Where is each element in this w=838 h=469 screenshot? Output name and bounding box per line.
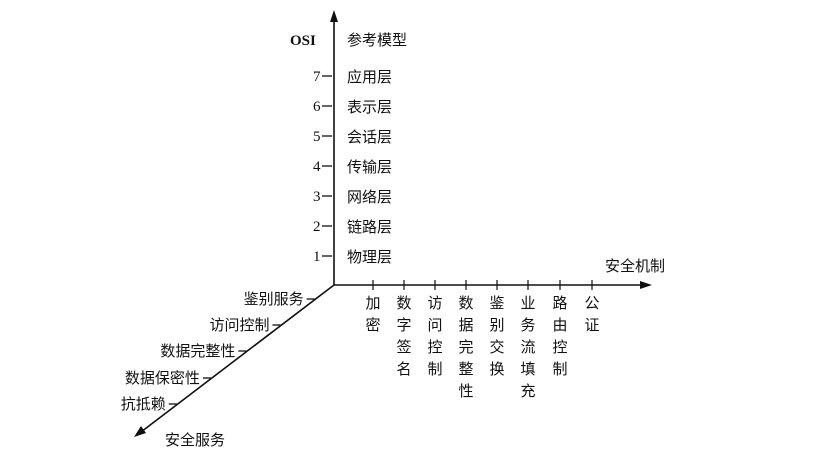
service-item: 鉴别服务	[244, 290, 315, 308]
mechanism-axis-title: 安全机制	[605, 257, 665, 275]
osi-layer-label: 物理层	[347, 248, 392, 266]
osi-layer: 1 物理层	[313, 248, 392, 266]
osi-layer-number: 7	[313, 69, 321, 85]
osi-layer-number: 4	[313, 159, 321, 175]
osi-axis-name: OSI	[290, 33, 316, 49]
mechanism-item: 访问控制	[427, 280, 443, 378]
mechanism-item: 公证	[584, 280, 600, 334]
mechanism-item-label: 加密	[365, 294, 380, 334]
mechanism-item-label: 数据完整性	[458, 294, 473, 400]
service-item-list: 鉴别服务访问控制数据完整性数据保密性抗抵赖	[121, 290, 315, 413]
service-item-label: 数据保密性	[125, 369, 200, 387]
osi-layer: 3 网络层	[313, 188, 392, 206]
osi-layer-number: 1	[313, 249, 321, 265]
mechanism-item-label: 公证	[584, 294, 599, 334]
osi-layer-number: 3	[313, 189, 321, 205]
osi-layer-label: 网络层	[347, 188, 392, 206]
mechanism-axis: 安全机制 加密 数字签名 访问控制 数据完整性 鉴别交换 业务流填充 路由控制 公证	[334, 257, 665, 400]
osi-layer-label: 会话层	[347, 128, 392, 146]
mechanism-item-label: 路由控制	[552, 294, 567, 378]
osi-layer-label: 传输层	[347, 158, 392, 176]
osi-layer: 2 链路层	[313, 218, 392, 236]
mechanism-item: 路由控制	[552, 280, 568, 378]
service-item: 访问控制	[209, 316, 281, 334]
osi-layer: 6 表示层	[313, 98, 392, 116]
mechanism-item: 鉴别交换	[489, 280, 505, 378]
service-item-label: 鉴别服务	[244, 290, 304, 308]
mechanism-item-label: 鉴别交换	[489, 294, 504, 378]
osi-layer-label: 链路层	[347, 218, 392, 236]
mechanism-item: 业务流填充	[520, 280, 536, 400]
osi-axis: OSI 参考模型 7 应用层 6 表示层 5 会话层 4 传输层 3 网络层 2 链路层 1 物理层	[290, 10, 407, 285]
osi-layer-number: 2	[313, 219, 321, 235]
service-item-label: 访问控制	[209, 316, 269, 334]
osi-layer-label: 表示层	[347, 98, 392, 116]
service-axis-title: 安全服务	[165, 431, 225, 449]
mechanism-item: 数字签名	[396, 280, 412, 378]
service-item: 数据保密性	[125, 369, 211, 387]
osi-layer: 4 传输层	[313, 158, 392, 176]
mechanism-item-list: 加密 数字签名 访问控制 数据完整性 鉴别交换 业务流填充 路由控制 公证	[365, 280, 600, 400]
service-axis: 安全服务 鉴别服务访问控制数据完整性数据保密性抗抵赖	[121, 284, 335, 449]
mechanism-item-label: 数字签名	[396, 294, 411, 378]
mechanism-item: 加密	[365, 280, 381, 334]
osi-layer-label: 应用层	[347, 68, 392, 86]
mechanism-item-label: 访问控制	[427, 294, 442, 378]
osi-layer-list: 7 应用层 6 表示层 5 会话层 4 传输层 3 网络层 2 链路层 1 物理层	[313, 68, 392, 266]
osi-layer-number: 5	[313, 129, 321, 145]
osi-layer: 7 应用层	[313, 68, 392, 86]
service-item: 数据完整性	[160, 342, 247, 360]
mechanism-axis-arrow-icon	[640, 281, 652, 289]
osi-axis-title: 参考模型	[347, 31, 407, 49]
service-item-label: 抗抵赖	[121, 395, 166, 413]
mechanism-item-label: 业务流填充	[520, 294, 535, 400]
osi-axis-arrow-icon	[330, 10, 338, 22]
osi-security-architecture-diagram: OSI 参考模型 7 应用层 6 表示层 5 会话层 4 传输层 3 网络层 2 链路层 1 物理层 安全…	[121, 10, 665, 449]
osi-layer-number: 6	[313, 99, 321, 115]
service-axis-arrow-icon	[134, 426, 146, 437]
osi-layer: 5 会话层	[313, 128, 392, 146]
service-item-label: 数据完整性	[160, 342, 235, 360]
mechanism-item: 数据完整性	[458, 280, 474, 400]
